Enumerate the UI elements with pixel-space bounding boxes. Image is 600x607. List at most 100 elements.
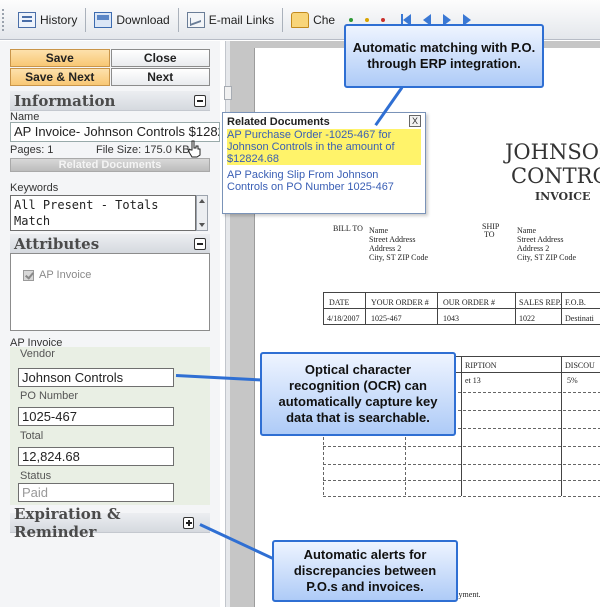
col-our-order: OUR ORDER # xyxy=(443,298,496,307)
close-icon[interactable]: X xyxy=(409,115,421,127)
col-your-order: YOUR ORDER # xyxy=(371,298,429,307)
history-icon xyxy=(18,11,36,28)
table-line xyxy=(323,464,600,465)
company-name-line2: CONTROL xyxy=(511,164,600,188)
purchase-order-link[interactable]: AP Purchase Order -1025-467 for Johnson … xyxy=(227,129,421,165)
pages-count: Pages: 1 xyxy=(10,144,54,156)
vendor-label: Vendor xyxy=(20,348,55,360)
left-panel: Save Close Save & Next Next Information … xyxy=(0,41,220,607)
col-date: DATE xyxy=(329,298,350,307)
history-label: History xyxy=(40,12,78,27)
cell-description: et 13 xyxy=(465,376,481,385)
green-dot-icon[interactable] xyxy=(349,17,354,22)
collapse-icon[interactable] xyxy=(194,237,206,250)
table-line xyxy=(323,292,324,324)
cell-fob: Destinati xyxy=(565,314,594,323)
popup-title: Related Documents xyxy=(227,116,330,128)
cell-sales-rep: 1022 xyxy=(519,314,535,323)
total-label: Total xyxy=(20,430,44,442)
information-heading: Information xyxy=(14,91,116,110)
download-button[interactable]: Download xyxy=(88,6,175,34)
toolbar-separator xyxy=(85,7,87,32)
cell-date: 4/18/2007 xyxy=(327,314,360,323)
email-icon xyxy=(186,11,205,28)
total-field[interactable]: 12,824.68 xyxy=(18,447,174,466)
bill-name: Name xyxy=(369,226,389,235)
callout-alerts: Automatic alerts for discrepancies betwe… xyxy=(272,540,458,602)
table-line xyxy=(461,356,462,496)
next-button[interactable]: Next xyxy=(110,68,210,86)
table-line xyxy=(323,496,600,497)
attributes-header[interactable]: Attributes xyxy=(10,234,210,254)
save-button[interactable]: Save xyxy=(10,49,110,67)
toolbar-grip[interactable] xyxy=(2,8,8,31)
file-size: File Size: 175.0 KB xyxy=(96,144,190,156)
name-field[interactable]: AP Invoice- Johnson Controls $12824.68 xyxy=(10,122,220,142)
bill-address2: Address 2 xyxy=(369,244,402,253)
keywords-scrollbar[interactable] xyxy=(196,195,208,231)
download-label: Download xyxy=(116,12,170,27)
po-number-label: PO Number xyxy=(20,390,79,402)
ship-address2: Address 2 xyxy=(517,244,550,253)
toolbar-separator xyxy=(177,7,179,32)
col-sales-rep: SALES REP. xyxy=(519,298,562,307)
information-header[interactable]: Information xyxy=(10,91,210,111)
keywords-label: Keywords xyxy=(10,182,59,194)
document-type-list: AP Invoice xyxy=(10,253,210,331)
email-links-button[interactable]: E-mail Links xyxy=(181,6,280,34)
panel-scroll-handle[interactable] xyxy=(224,86,232,100)
callout-ocr: Optical character recognition (OCR) can … xyxy=(260,352,456,436)
document-type-checkbox[interactable] xyxy=(23,270,34,281)
collapse-icon[interactable] xyxy=(194,94,206,107)
table-line xyxy=(561,356,562,496)
expand-icon[interactable] xyxy=(183,516,194,529)
invoice-title: INVOICE xyxy=(535,190,591,203)
email-links-label: E-mail Links xyxy=(208,12,275,27)
lock-icon xyxy=(291,11,310,28)
red-dot-icon[interactable] xyxy=(381,17,386,22)
related-documents-button[interactable]: Related Documents xyxy=(10,158,210,172)
action-buttons: Save Close Save & Next Next xyxy=(10,49,210,86)
download-icon xyxy=(94,11,113,28)
po-number-field[interactable]: 1025-467 xyxy=(18,407,174,426)
bill-city: City, ST ZIP Code xyxy=(369,253,429,262)
document-type-label: AP Invoice xyxy=(39,269,92,281)
table-line xyxy=(561,292,562,324)
save-next-button[interactable]: Save & Next xyxy=(10,68,110,86)
bill-to-label: BILL TO xyxy=(333,224,363,233)
table-line xyxy=(437,292,438,324)
status-field[interactable]: Paid xyxy=(18,483,174,502)
expiration-heading: Expiration & Reminder xyxy=(14,504,121,541)
footer-text: ayment. xyxy=(455,590,481,599)
bill-street: Street Address xyxy=(369,235,416,244)
status-label: Status xyxy=(20,470,52,482)
keywords-field[interactable]: All Present - Totals Match xyxy=(10,195,196,231)
expiration-header[interactable]: Expiration & Reminder xyxy=(10,505,210,541)
packing-slip-link[interactable]: AP Packing Slip From Johnson Controls on… xyxy=(227,169,421,193)
check-out-button[interactable]: Che xyxy=(285,6,341,34)
cell-our-order: 1043 xyxy=(443,314,459,323)
ship-name: Name xyxy=(517,226,537,235)
toolbar-separator xyxy=(282,7,284,32)
status-dots xyxy=(349,17,386,22)
table-line xyxy=(323,324,600,325)
history-button[interactable]: History xyxy=(12,6,83,34)
ship-street: Street Address xyxy=(517,235,564,244)
hand-cursor-icon xyxy=(188,140,201,158)
yellow-dot-icon[interactable] xyxy=(365,17,370,22)
vendor-field[interactable]: Johnson Controls xyxy=(18,368,174,387)
col-fob: F.O.B. xyxy=(565,298,586,307)
company-name-line1: JOHNSON xyxy=(505,140,600,164)
ship-to-label-2: TO xyxy=(484,230,495,239)
col-discount: DISCOU xyxy=(565,361,595,370)
attributes-heading: Attributes xyxy=(14,234,100,253)
close-button[interactable]: Close xyxy=(110,49,210,67)
check-out-label: Che xyxy=(313,12,336,27)
callout-erp-matching: Automatic matching with P.O. through ERP… xyxy=(344,24,544,88)
table-line xyxy=(323,480,600,481)
related-documents-popup: Related Documents X AP Purchase Order -1… xyxy=(222,112,426,214)
cell-discount: 5% xyxy=(567,376,578,385)
table-line xyxy=(515,292,516,324)
table-line xyxy=(323,446,600,447)
ship-city: City, ST ZIP Code xyxy=(517,253,577,262)
